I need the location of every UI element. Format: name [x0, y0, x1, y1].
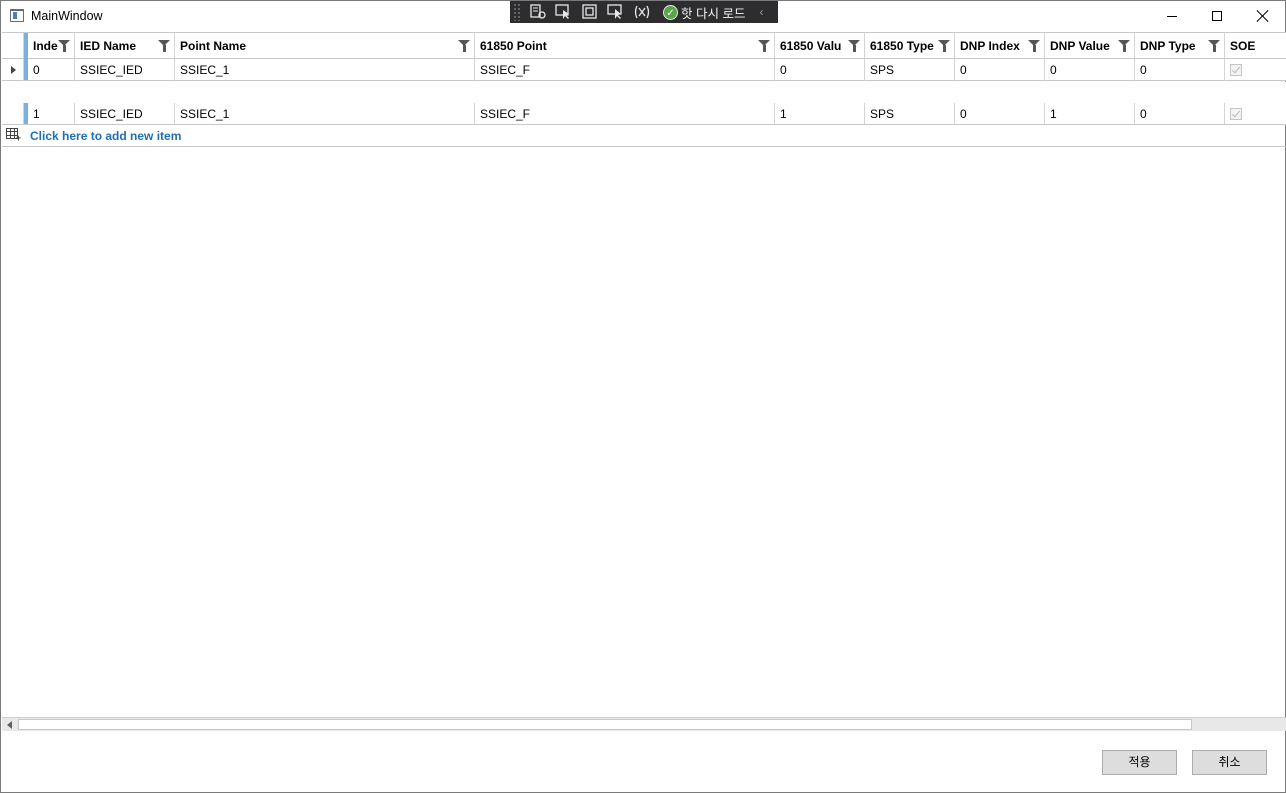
close-icon: [1257, 10, 1269, 22]
soe-checkbox[interactable]: [1230, 108, 1242, 120]
column-header-label: 61850 Valu: [780, 39, 842, 53]
column-header-61850-value[interactable]: 61850 Valu: [775, 33, 865, 59]
row-indicator-header: [2, 33, 24, 59]
add-new-item-link[interactable]: Click here to add new item: [30, 125, 181, 148]
table-row[interactable]: 0 SSIEC_IED SSIEC_1 SSIEC_F 0 SPS 0 0 0: [2, 59, 1286, 81]
display-adorners-icon[interactable]: [581, 4, 599, 20]
cell-dnp-value[interactable]: 0: [1045, 59, 1135, 81]
column-header-label: SOE: [1230, 39, 1256, 53]
column-header-label: IED Name: [80, 39, 137, 53]
add-row-icon: +: [6, 128, 21, 143]
cell-dnp-index[interactable]: 0: [955, 103, 1045, 125]
cell-61850-point[interactable]: SSIEC_F: [475, 103, 775, 125]
collapse-toolbar-icon[interactable]: ‹: [759, 5, 763, 19]
horizontal-scrollbar[interactable]: [2, 717, 1286, 731]
track-focus-icon[interactable]: [607, 4, 625, 20]
scroll-left-icon[interactable]: [4, 720, 16, 730]
filter-icon[interactable]: [938, 40, 950, 52]
soe-checkbox[interactable]: [1230, 64, 1242, 76]
column-header-ied-name[interactable]: IED Name: [75, 33, 175, 59]
cell-dnp-value[interactable]: 1: [1045, 103, 1135, 125]
xaml-debug-toolbar: ✓ 핫 다시 로드 ‹: [510, 1, 778, 23]
close-button[interactable]: [1240, 1, 1286, 31]
row-indicator[interactable]: [2, 103, 24, 125]
check-circle-icon: ✓: [663, 4, 678, 20]
cell-61850-type[interactable]: SPS: [865, 59, 955, 81]
window-title: MainWindow: [31, 9, 103, 23]
column-header-label: Inde: [33, 39, 58, 53]
filter-icon[interactable]: [1028, 40, 1040, 52]
filter-icon[interactable]: [1118, 40, 1130, 52]
cell-index[interactable]: 0: [28, 59, 75, 81]
filter-icon[interactable]: [848, 40, 860, 52]
column-header-61850-type[interactable]: 61850 Type: [865, 33, 955, 59]
cell-soe: [1225, 103, 1286, 125]
column-header-label: DNP Value: [1050, 39, 1110, 53]
row-details-area: [2, 82, 1286, 103]
app-window-icon: [10, 9, 24, 22]
filter-icon[interactable]: [458, 40, 470, 52]
column-header-label: 61850 Type: [870, 39, 934, 53]
minimize-button[interactable]: [1149, 1, 1195, 31]
cell-61850-value[interactable]: 0: [775, 59, 865, 81]
filter-icon[interactable]: [158, 40, 170, 52]
cell-ied-name[interactable]: SSIEC_IED: [75, 103, 175, 125]
cell-soe: [1225, 59, 1286, 81]
table-row[interactable]: 1 SSIEC_IED SSIEC_1 SSIEC_F 1 SPS 0 1 0: [2, 103, 1286, 125]
row-indicator[interactable]: [2, 59, 24, 81]
cell-index[interactable]: 1: [28, 103, 75, 125]
current-row-arrow-icon: [11, 66, 16, 74]
column-header-label: DNP Index: [960, 39, 1020, 53]
add-new-item-row[interactable]: + Click here to add new item: [2, 125, 1286, 147]
cancel-button[interactable]: 취소: [1192, 750, 1267, 775]
maximize-icon: [1212, 11, 1222, 21]
live-visual-tree-icon[interactable]: [529, 4, 547, 20]
data-grid: Inde IED Name Point Name 61850 Point 618…: [2, 32, 1286, 717]
filter-icon[interactable]: [1208, 40, 1220, 52]
cell-dnp-type[interactable]: 0: [1135, 59, 1225, 81]
minimize-icon: [1167, 15, 1177, 17]
cell-dnp-type[interactable]: 0: [1135, 103, 1225, 125]
apply-button[interactable]: 적용: [1102, 750, 1177, 775]
cell-point-name[interactable]: SSIEC_1: [175, 103, 475, 125]
filter-icon[interactable]: [58, 40, 70, 52]
cell-ied-name[interactable]: SSIEC_IED: [75, 59, 175, 81]
column-header-dnp-value[interactable]: DNP Value: [1045, 33, 1135, 59]
column-header-point-name[interactable]: Point Name: [175, 33, 475, 59]
cell-dnp-index[interactable]: 0: [955, 59, 1045, 81]
column-header-label: Point Name: [180, 39, 247, 53]
main-window: MainWindow ✓ 핫 다시 로드 ‹ Inde IED Name Poi…: [0, 0, 1286, 793]
grid-header-row: Inde IED Name Point Name 61850 Point 618…: [2, 33, 1286, 59]
column-header-label: DNP Type: [1140, 39, 1196, 53]
binding-failures-icon[interactable]: [633, 4, 651, 20]
column-header-index[interactable]: Inde: [28, 33, 75, 59]
hot-reload-button[interactable]: ✓ 핫 다시 로드: [663, 3, 745, 22]
column-header-label: 61850 Point: [480, 39, 547, 53]
scrollbar-thumb[interactable]: [18, 719, 1192, 730]
cell-point-name[interactable]: SSIEC_1: [175, 59, 475, 81]
cell-61850-type[interactable]: SPS: [865, 103, 955, 125]
hot-reload-label: 핫 다시 로드: [681, 6, 746, 21]
cell-61850-value[interactable]: 1: [775, 103, 865, 125]
filter-icon[interactable]: [758, 40, 770, 52]
column-header-dnp-type[interactable]: DNP Type: [1135, 33, 1225, 59]
cell-61850-point[interactable]: SSIEC_F: [475, 59, 775, 81]
column-header-soe[interactable]: SOE: [1225, 33, 1286, 59]
select-element-icon[interactable]: [555, 4, 573, 20]
column-header-dnp-index[interactable]: DNP Index: [955, 33, 1045, 59]
maximize-button[interactable]: [1194, 1, 1240, 31]
column-header-61850-point[interactable]: 61850 Point: [475, 33, 775, 59]
toolbar-grip-icon[interactable]: [513, 3, 521, 21]
